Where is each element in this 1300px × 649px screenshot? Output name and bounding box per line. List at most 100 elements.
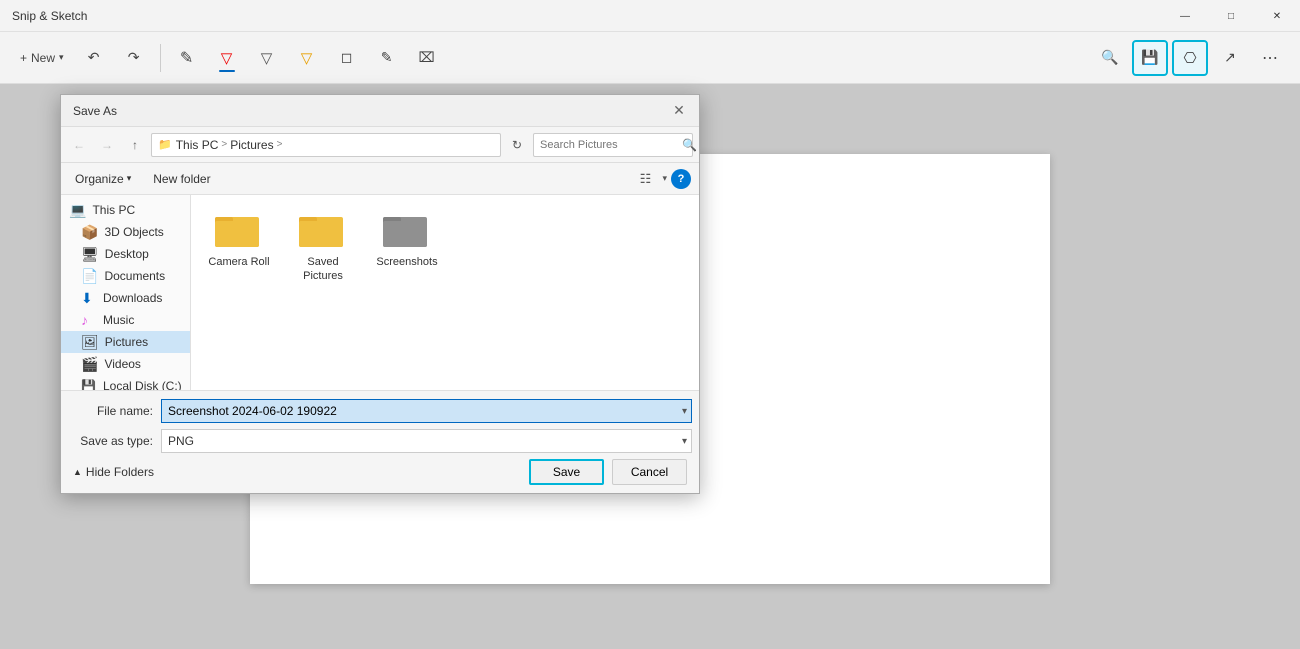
view-dropdown-arrow: ▾ [662,173,667,184]
dialog-footer: ▲ Hide Folders Save Cancel [73,459,687,485]
save-button[interactable]: Save [529,459,604,485]
sidebar-item-thispc[interactable]: 💻 This PC [61,199,190,221]
sidebar-label-downloads: Downloads [103,291,182,305]
main-content: Save As ✕ ← → ↑ 📁 This PC > Pictures > ↻… [0,84,1300,649]
breadcrumb[interactable]: 📁 This PC > Pictures > [151,133,501,157]
maximize-button[interactable]: □ [1208,0,1254,32]
cancel-button[interactable]: Cancel [612,459,687,485]
dialog-body: 💻 This PC 📦 3D Objects 🖥 Desktop 📄 Docum… [61,195,699,390]
organize-label: Organize [75,172,124,186]
sidebar-item-documents[interactable]: 📄 Documents [61,265,190,287]
toolbar-right: 🔍 💾 ⎔ ↗ ⋯ [1092,40,1288,76]
filename-row: File name: ▾ [73,399,687,423]
sidebar-item-music[interactable]: ♪ Music [61,309,190,331]
breadcrumb-sep-2: > [277,139,283,150]
refresh-button[interactable]: ↻ [505,133,529,157]
redo-button[interactable]: ↷ [116,40,152,76]
folder-camera-roll[interactable]: Camera Roll [199,203,279,290]
sidebar-label-localdisk: Local Disk (C:) [103,379,182,390]
new-icon: + [20,51,27,65]
sidebar-label-3dobjects: 3D Objects [104,225,182,239]
share-toolbar-button[interactable]: ↗ [1212,40,1248,76]
highlighter-button[interactable]: ▽ [249,40,285,76]
more-icon: ⋯ [1262,48,1278,68]
save-toolbar-button[interactable]: 💾 [1132,40,1168,76]
eraser-icon: ◻ [341,49,353,66]
touch-write-button[interactable]: ✎ [169,40,205,76]
videos-icon: 🎬 [81,356,98,373]
view-button[interactable]: ☷ [632,167,658,191]
dialog-sidebar: 💻 This PC 📦 3D Objects 🖥 Desktop 📄 Docum… [61,195,191,390]
search-input[interactable] [540,139,682,151]
undo-button[interactable]: ↶ [76,40,112,76]
help-button[interactable]: ? [671,169,691,189]
new-folder-button[interactable]: New folder [145,169,218,189]
sidebar-item-videos[interactable]: 🎬 Videos [61,353,190,375]
search-icon: 🔍 [682,138,697,152]
toolbar-left: + New ▾ ↶ ↷ ✎ ▽ ▽ ▽ ◻ ✎ ⌧ [12,40,1088,76]
camera-roll-label: Camera Roll [208,255,269,269]
more-toolbar-button[interactable]: ⋯ [1252,40,1288,76]
nav-forward-button[interactable]: → [95,133,119,157]
hide-folders-label: Hide Folders [86,465,154,479]
crop-button[interactable]: ⌧ [409,40,445,76]
organize-button[interactable]: Organize ▾ [69,169,137,189]
new-button[interactable]: + New ▾ [12,40,72,76]
zoom-button[interactable]: 🔍 [1092,40,1128,76]
sidebar-label-thispc: This PC [92,203,182,217]
highlighter-yellow-icon: ▽ [301,49,313,67]
zoom-icon: 🔍 [1101,49,1118,66]
close-button[interactable]: ✕ [1254,0,1300,32]
desktop-icon: 🖥 [81,246,99,263]
highlighter-yellow-button[interactable]: ▽ [289,40,325,76]
sidebar-label-documents: Documents [104,269,182,283]
dialog-bottom: File name: ▾ Save as type: PNG JPEG GIF … [61,390,699,493]
crop-icon: ⌧ [418,49,434,66]
titlebar: Snip & Sketch — □ ✕ [0,0,1300,32]
hide-folders-button[interactable]: ▲ Hide Folders [73,465,154,479]
highlighter-red-button[interactable]: ▽ [209,40,245,76]
sidebar-label-desktop: Desktop [105,247,182,261]
separator-1 [160,44,161,72]
folder-saved-pictures[interactable]: Saved Pictures [283,203,363,290]
dialog-toolbar: Organize ▾ New folder ☷ ▾ ? [61,163,699,195]
new-label: New [31,51,55,65]
pen-button[interactable]: ✎ [369,40,405,76]
breadcrumb-sep-1: > [221,139,227,150]
hide-folders-chevron: ▲ [73,467,82,477]
dialog-close-button[interactable]: ✕ [667,99,691,123]
nav-up-button[interactable]: ↑ [123,133,147,157]
minimize-button[interactable]: — [1162,0,1208,32]
screenshots-label: Screenshots [376,255,437,269]
breadcrumb-thispc: This PC [176,138,219,152]
filename-input[interactable] [161,399,692,423]
savetype-select[interactable]: PNG JPEG GIF BMP TIFF [161,429,692,453]
save-icon: 💾 [1141,49,1158,66]
downloads-icon: ⬇ [81,290,97,307]
copy-icon: ⎔ [1183,49,1196,67]
dialog-fileview: Camera Roll Saved Pictures [191,195,699,390]
breadcrumb-icon: 📁 [158,138,172,151]
pen-icon: ✎ [381,49,393,66]
nav-back-button[interactable]: ← [67,133,91,157]
new-folder-label: New folder [153,172,210,186]
localdisk-icon: 💾 [81,379,97,390]
filename-label: File name: [73,404,153,418]
sidebar-item-pictures[interactable]: 🖼 Pictures [61,331,190,353]
sidebar-item-desktop[interactable]: 🖥 Desktop [61,243,190,265]
touch-write-icon: ✎ [180,48,193,68]
sidebar-label-pictures: Pictures [105,335,182,349]
copy-toolbar-button[interactable]: ⎔ [1172,40,1208,76]
folder-screenshots[interactable]: Screenshots [367,203,447,290]
dialog-navbar: ← → ↑ 📁 This PC > Pictures > ↻ 🔍 [61,127,699,163]
dialog-toolbar-right: ☷ ▾ ? [632,167,691,191]
camera-roll-icon [215,209,263,249]
share-icon: ↗ [1224,49,1236,66]
sidebar-item-3dobjects[interactable]: 📦 3D Objects [61,221,190,243]
savetype-row: Save as type: PNG JPEG GIF BMP TIFF ▾ [73,429,687,453]
saved-pictures-icon [299,209,347,249]
eraser-button[interactable]: ◻ [329,40,365,76]
thispc-icon: 💻 [69,202,86,219]
sidebar-item-localdisk[interactable]: 💾 Local Disk (C:) [61,375,190,390]
sidebar-item-downloads[interactable]: ⬇ Downloads [61,287,190,309]
